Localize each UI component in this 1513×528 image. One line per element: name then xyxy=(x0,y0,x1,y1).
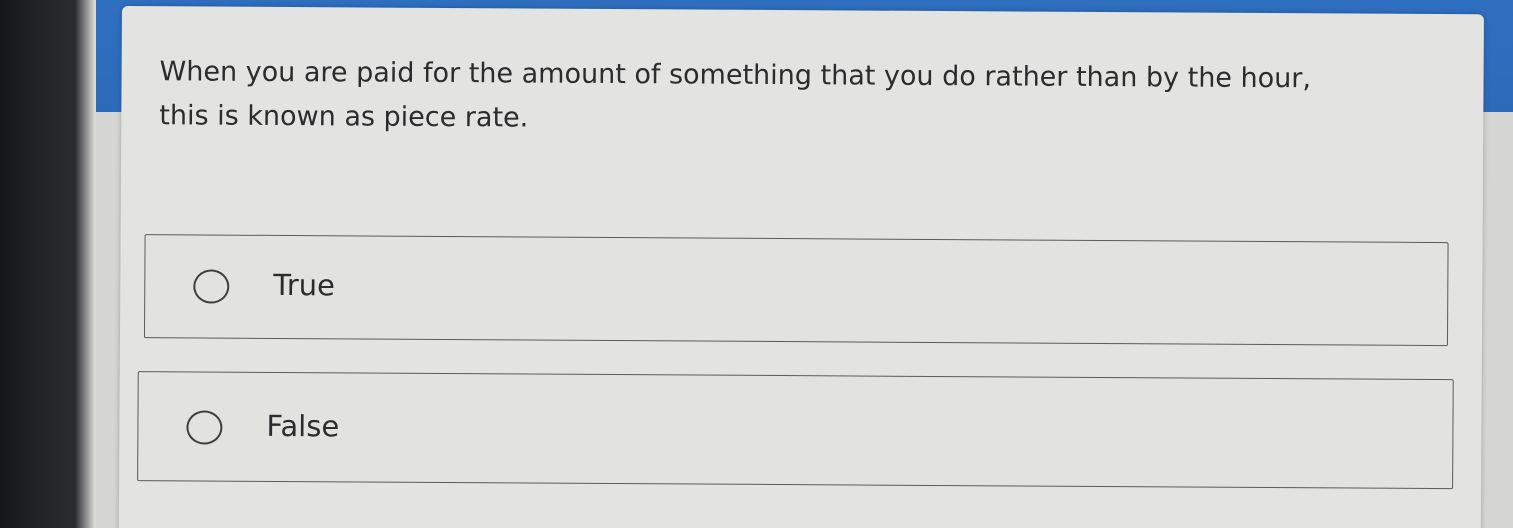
answer-option-false[interactable]: False xyxy=(137,371,1454,490)
screen: When you are paid for the amount of some… xyxy=(0,0,1513,528)
question-line-1: When you are paid for the amount of some… xyxy=(159,56,1312,95)
answer-option-label: False xyxy=(266,408,340,444)
answer-option-true[interactable]: True xyxy=(143,234,1449,347)
radio-button-icon[interactable] xyxy=(186,410,223,445)
question-text: When you are paid for the amount of some… xyxy=(159,50,1420,146)
question-card: When you are paid for the amount of some… xyxy=(118,6,1484,528)
question-line-2: this is known as piece rate. xyxy=(159,100,529,134)
answer-option-label: True xyxy=(273,267,336,303)
radio-button-icon[interactable] xyxy=(193,269,230,304)
